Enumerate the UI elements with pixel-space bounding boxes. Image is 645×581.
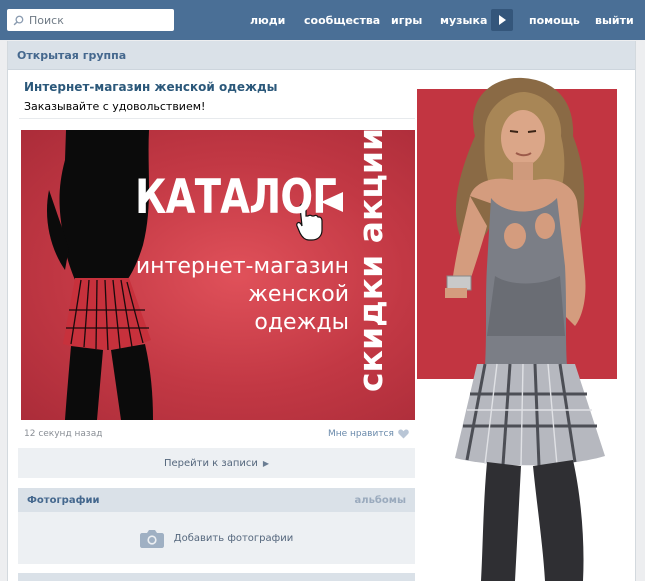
- nav-link-help[interactable]: помощь: [529, 14, 580, 27]
- like-button[interactable]: Мне нравится: [328, 429, 409, 439]
- search-input[interactable]: [29, 13, 159, 27]
- add-photos-label: Добавить фотографии: [173, 532, 294, 544]
- search-icon: [13, 15, 24, 25]
- nav-music[interactable]: музыка: [440, 0, 487, 40]
- chevron-right-icon: ▶: [262, 458, 270, 468]
- banner-catalog-text: КАТАЛОГ: [135, 170, 337, 225]
- photos-section-header: Фотографии альбомы: [18, 488, 415, 512]
- nav-games[interactable]: игры: [391, 0, 422, 40]
- banner-line-3: одежды: [254, 310, 349, 335]
- fashion-model-photo[interactable]: [415, 76, 630, 581]
- nav-help[interactable]: помощь: [529, 0, 580, 40]
- albums-link[interactable]: альбомы: [355, 495, 406, 506]
- play-icon: [499, 15, 506, 25]
- banner-vertical-text: скидки акции: [351, 130, 390, 392]
- group-title: Интернет-магазин женской одежды: [24, 80, 278, 94]
- card-header: Открытая группа: [8, 41, 635, 70]
- group-type-label: Открытая группа: [17, 48, 127, 62]
- heart-icon: [398, 429, 409, 439]
- search-box[interactable]: [7, 9, 174, 31]
- like-label[interactable]: Мне нравится: [328, 429, 394, 439]
- banner-line-2: женской: [248, 282, 349, 307]
- go-to-post-button[interactable]: Перейти к записи ▶: [18, 448, 415, 478]
- nav-people[interactable]: люди: [250, 0, 285, 40]
- go-to-post-label: Перейти к записи: [163, 457, 258, 469]
- nav-link-people[interactable]: люди: [250, 14, 285, 27]
- next-section-header: [18, 573, 415, 581]
- post-timestamp[interactable]: 12 секунд назад: [24, 429, 102, 439]
- nav-logout[interactable]: выйти: [595, 0, 634, 40]
- camera-icon: [139, 529, 164, 548]
- group-status: Заказывайте с удовольствием!: [24, 100, 206, 113]
- nav-link-games[interactable]: игры: [391, 14, 422, 27]
- nav-link-communities[interactable]: сообщества: [304, 14, 380, 27]
- music-play-button[interactable]: [491, 9, 513, 31]
- top-bar: люди сообщества игры музыка помощь выйти: [0, 0, 645, 40]
- nav-communities[interactable]: сообщества: [304, 0, 380, 40]
- nav-link-music[interactable]: музыка: [440, 14, 487, 27]
- post-banner-image[interactable]: КАТАЛОГ интернет-магазин женской одежды …: [21, 130, 415, 420]
- divider: [19, 118, 415, 119]
- nav-link-logout[interactable]: выйти: [595, 14, 634, 27]
- photos-title[interactable]: Фотографии: [27, 495, 100, 506]
- banner-line-1: интернет-магазин: [135, 254, 349, 279]
- add-photos-button[interactable]: Добавить фотографии: [18, 512, 415, 564]
